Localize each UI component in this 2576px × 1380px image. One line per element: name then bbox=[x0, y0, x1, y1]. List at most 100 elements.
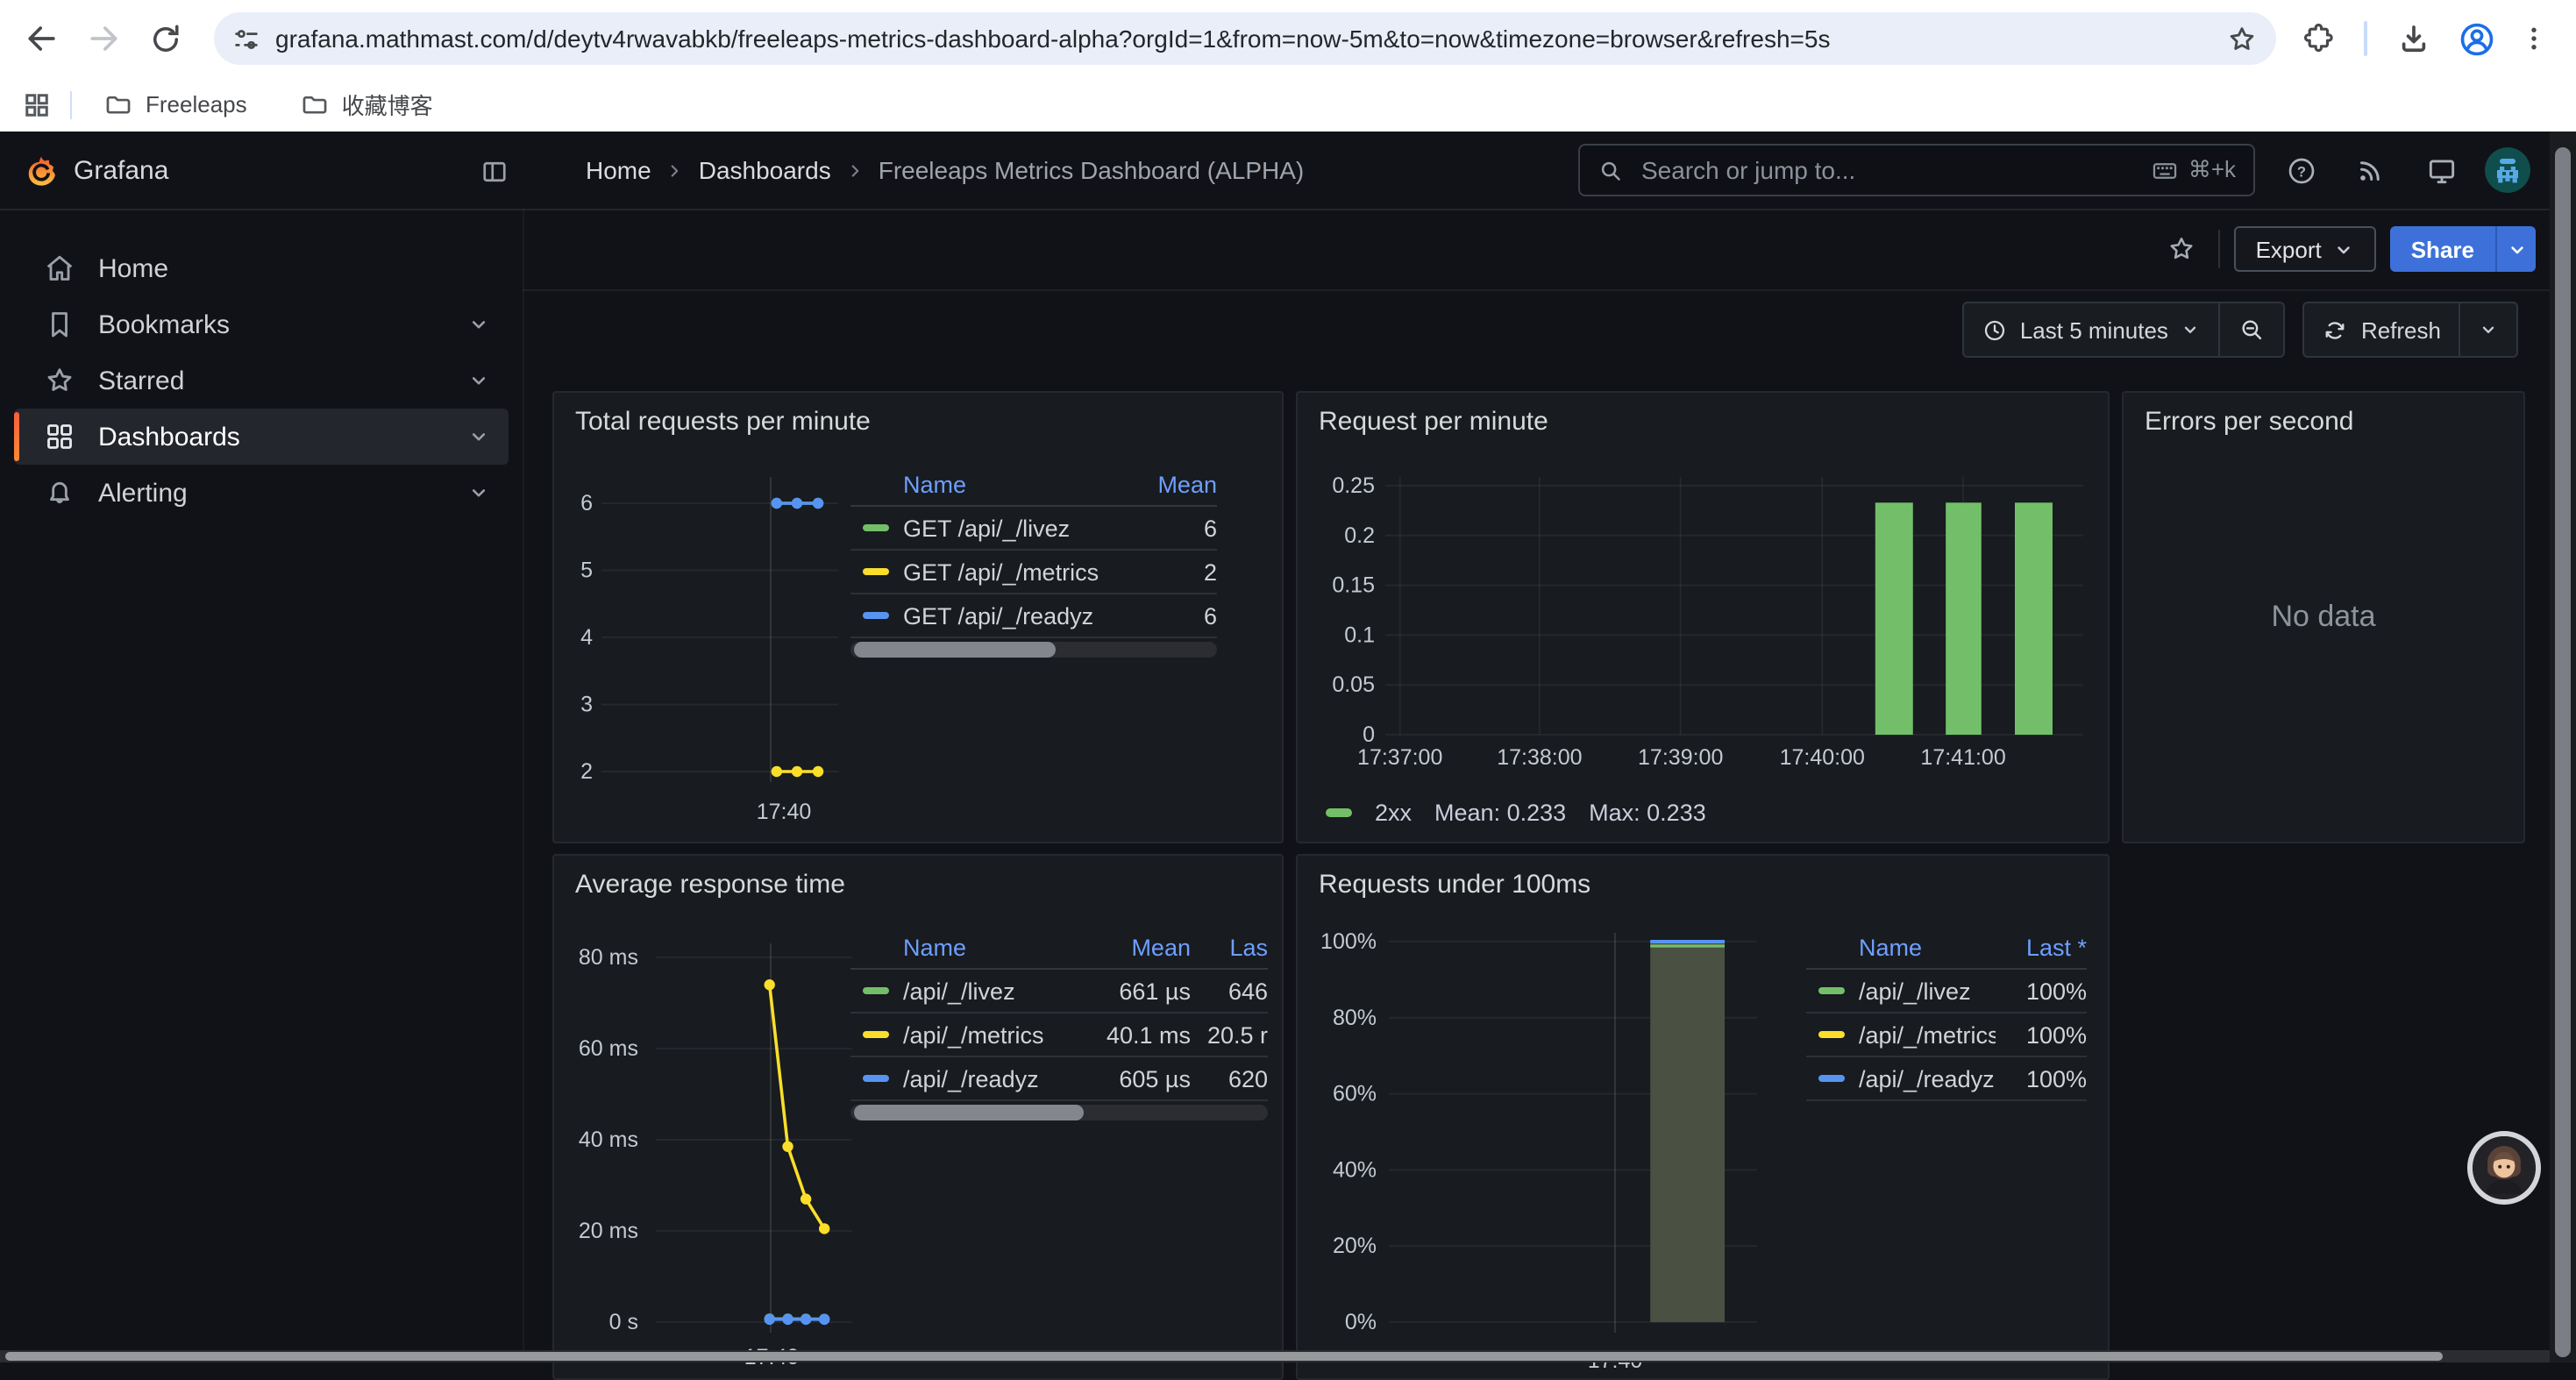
svg-text:17:41:00: 17:41:00 bbox=[1920, 745, 2005, 770]
legend-value: 2 bbox=[1136, 558, 1217, 585]
legend-value: 100% bbox=[1996, 1065, 2087, 1092]
kiosk-monitor-icon[interactable] bbox=[2420, 149, 2462, 191]
svg-text:60 ms: 60 ms bbox=[579, 1036, 638, 1061]
refresh-interval-button[interactable] bbox=[2459, 303, 2516, 356]
svg-text:5: 5 bbox=[580, 558, 593, 583]
svg-text:0.2: 0.2 bbox=[1344, 523, 1375, 548]
vertical-scrollbar[interactable] bbox=[2550, 132, 2576, 1362]
series-name: /api/_/readyz bbox=[1859, 1065, 1995, 1092]
bookmark-folder-blogs[interactable]: 收藏博客 bbox=[286, 82, 447, 126]
svg-text:0 s: 0 s bbox=[609, 1310, 638, 1334]
legend-scrollbar-thumb[interactable] bbox=[854, 1105, 1084, 1120]
legend-row[interactable]: GET /api/_/readyz6 bbox=[850, 594, 1217, 638]
user-avatar[interactable] bbox=[2485, 147, 2530, 193]
sidebar: Home Bookmarks Starred DashboardsAlerting bbox=[0, 209, 524, 1362]
sidebar-item-label: Home bbox=[98, 253, 509, 283]
svg-text:0.15: 0.15 bbox=[1332, 573, 1375, 598]
svg-text:17:39:00: 17:39:00 bbox=[1638, 745, 1723, 770]
sidebar-item-label: Starred bbox=[98, 366, 466, 395]
breadcrumb: HomeDashboardsFreeleaps Metrics Dashboar… bbox=[586, 132, 1304, 209]
legend-scrollbar-thumb[interactable] bbox=[854, 642, 1056, 658]
legend-row[interactable]: GET /api/_/metrics2 bbox=[850, 551, 1217, 594]
breadcrumb-item[interactable]: Home bbox=[586, 156, 651, 184]
refresh-button[interactable]: Refresh bbox=[2305, 303, 2459, 356]
legend-row[interactable]: /api/_/readyz605 µs620 bbox=[850, 1057, 1268, 1101]
chevron-down-icon bbox=[2478, 319, 2499, 340]
legend-row[interactable]: GET /api/_/livez6 bbox=[850, 507, 1217, 551]
export-button[interactable]: Export bbox=[2235, 226, 2376, 272]
share-menu-button[interactable] bbox=[2495, 226, 2536, 272]
sidebar-item-alerting[interactable]: Alerting bbox=[14, 465, 509, 521]
bookmark-folder-freeleaps[interactable]: Freeleaps bbox=[89, 84, 261, 124]
site-settings-icon[interactable] bbox=[231, 24, 261, 53]
horizontal-scrollbar[interactable] bbox=[0, 1350, 2550, 1362]
search-shortcut: ⌘+k bbox=[2150, 155, 2236, 185]
search-box[interactable]: ⌘+k bbox=[1578, 144, 2255, 196]
legend-row[interactable]: /api/_/livez661 µs646 bbox=[850, 970, 1268, 1014]
share-button[interactable]: Share bbox=[2390, 226, 2495, 272]
search-input[interactable] bbox=[1638, 154, 2136, 186]
svg-text:0.1: 0.1 bbox=[1344, 622, 1375, 647]
svg-text:2: 2 bbox=[580, 759, 593, 784]
refresh-group: Refresh bbox=[2303, 302, 2518, 358]
bookmarks-bar: Freeleaps 收藏博客 bbox=[0, 77, 2576, 132]
legend-header: NameLast * bbox=[1806, 926, 2087, 970]
actions-divider bbox=[2219, 230, 2221, 268]
news-rss-icon[interactable] bbox=[2350, 149, 2392, 191]
profile-icon[interactable] bbox=[2450, 12, 2502, 65]
url-bar[interactable]: grafana.mathmast.com/d/deytv4rwavabkb/fr… bbox=[214, 12, 2276, 65]
bookmark-star-icon[interactable] bbox=[2225, 22, 2259, 55]
zoom-out-icon bbox=[2238, 316, 2266, 344]
legend-scrollbar[interactable] bbox=[850, 1105, 1268, 1120]
legend-row[interactable]: /api/_/metrics40.1 ms20.5 r bbox=[850, 1014, 1268, 1057]
legend-table: NameLast */api/_/livez100%/api/_/metrics… bbox=[1806, 926, 2094, 1101]
panel-errors-per-second[interactable]: Errors per second No data bbox=[2122, 391, 2525, 843]
grafana-header: Grafana HomeDashboardsFreeleaps Metrics … bbox=[0, 132, 2550, 210]
legend-row[interactable]: /api/_/readyz100% bbox=[1806, 1057, 2087, 1101]
sidebar-item-dashboards[interactable]: Dashboards bbox=[14, 409, 509, 465]
time-range-picker[interactable]: Last 5 minutes bbox=[1964, 303, 2219, 356]
panel-total-requests-per-minute[interactable]: Total requests per minute 6543217:40 Nam… bbox=[552, 391, 1284, 843]
zoom-out-button[interactable] bbox=[2219, 303, 2284, 356]
favorite-star-icon[interactable] bbox=[2160, 226, 2205, 272]
panel-request-per-minute[interactable]: Request per minute 0.250.20.150.10.05017… bbox=[1296, 391, 2110, 843]
back-icon[interactable] bbox=[16, 12, 68, 65]
scrollbar-thumb[interactable] bbox=[5, 1352, 2443, 1361]
panel-requests-under-100ms[interactable]: Requests under 100ms 100%80%60%40%20%0%1… bbox=[1296, 854, 2110, 1380]
chevron-down-icon bbox=[466, 424, 491, 449]
assistant-avatar[interactable] bbox=[2467, 1131, 2541, 1205]
bell-icon bbox=[42, 475, 77, 510]
legend-row[interactable]: /api/_/metrics100% bbox=[1806, 1014, 2087, 1057]
sidebar-item-label: Bookmarks bbox=[98, 309, 466, 339]
series-name: GET /api/_/readyz bbox=[903, 602, 1093, 629]
legend-value: 40.1 ms bbox=[1082, 1021, 1191, 1048]
share-split-button: Share bbox=[2390, 226, 2536, 272]
grafana-brand[interactable]: Grafana bbox=[0, 132, 523, 209]
browser-menu-icon[interactable] bbox=[2508, 12, 2560, 65]
extensions-icon[interactable] bbox=[2292, 12, 2345, 65]
apps-grid-icon[interactable] bbox=[21, 89, 53, 120]
sidebar-item-bookmarks[interactable]: Bookmarks bbox=[14, 296, 509, 352]
breadcrumb-item[interactable]: Dashboards bbox=[699, 156, 831, 184]
series-color-dash bbox=[863, 568, 889, 576]
grid-icon bbox=[42, 419, 77, 454]
reload-icon[interactable] bbox=[139, 12, 191, 65]
grafana-logo bbox=[25, 153, 58, 187]
dock-menu-icon[interactable] bbox=[473, 151, 516, 193]
legend-row[interactable]: /api/_/livez100% bbox=[1806, 970, 2087, 1014]
home-icon bbox=[42, 251, 77, 286]
chevron-down-icon bbox=[2505, 238, 2528, 260]
sidebar-item-starred[interactable]: Starred bbox=[14, 352, 509, 409]
panel-average-response-time[interactable]: Average response time 80 ms60 ms40 ms20 … bbox=[552, 854, 1284, 1380]
sidebar-item-home[interactable]: Home bbox=[14, 240, 509, 296]
legend-scrollbar[interactable] bbox=[850, 642, 1217, 658]
scrollbar-thumb[interactable] bbox=[2555, 147, 2571, 1357]
forward-icon[interactable] bbox=[77, 12, 130, 65]
download-icon[interactable] bbox=[2387, 12, 2439, 65]
svg-text:40 ms: 40 ms bbox=[579, 1127, 638, 1152]
series-legend[interactable]: 2xx Mean: 0.233 Max: 0.233 bbox=[1326, 800, 1706, 826]
time-controls-row: Last 5 minutes Refresh bbox=[523, 289, 2550, 373]
browser-toolbar: grafana.mathmast.com/d/deytv4rwavabkb/fr… bbox=[0, 0, 2576, 77]
series-color-dash bbox=[1818, 987, 1845, 995]
help-icon[interactable]: ? bbox=[2280, 149, 2322, 191]
